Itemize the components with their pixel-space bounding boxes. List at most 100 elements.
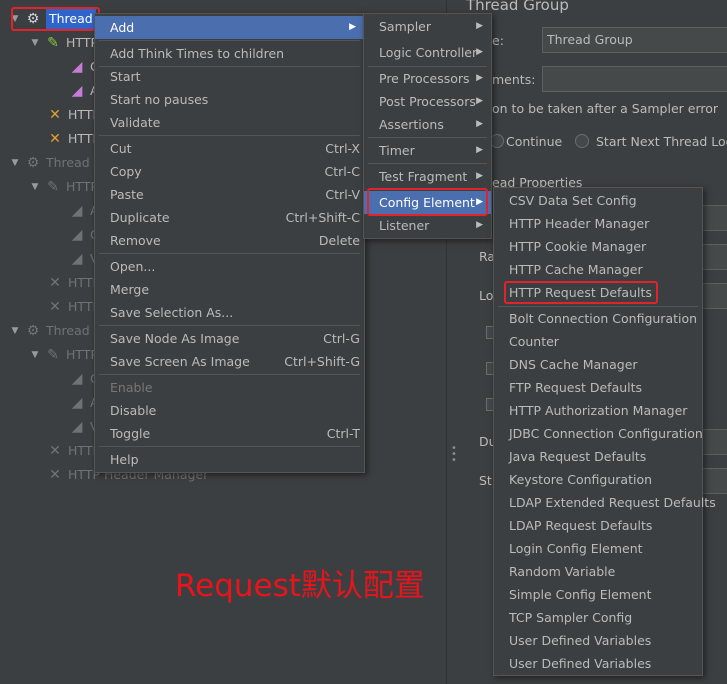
menu-item-pre-processors[interactable]: Pre Processors ▶ bbox=[364, 67, 491, 90]
tree-node-label: Thread bbox=[46, 323, 90, 338]
menu-item-listener[interactable]: Listener ▶ bbox=[364, 214, 491, 237]
tool-icon: ✕ bbox=[49, 443, 61, 459]
menu-item-tcp-sampler-config[interactable]: TCP Sampler Config bbox=[494, 606, 702, 629]
menu-item-save-node-image[interactable]: Save Node As Image Ctrl-G bbox=[95, 327, 364, 350]
submenu-arrow-icon: ▶ bbox=[476, 47, 483, 57]
menu-item-copy[interactable]: Copy Ctrl-C bbox=[95, 160, 364, 183]
menu-item-jdbc-connection[interactable]: JDBC Connection Configuration bbox=[494, 422, 703, 445]
menu-item-test-fragment[interactable]: Test Fragment ▶ bbox=[364, 165, 491, 188]
menu-item-ldap-extended-request-defaults[interactable]: LDAP Extended Request Defaults bbox=[494, 491, 716, 514]
menu-item-java-request-defaults[interactable]: Java Request Defaults bbox=[494, 445, 702, 468]
menu-item-save-screen-image[interactable]: Save Screen As Image Ctrl+Shift-G bbox=[95, 350, 364, 373]
menu-item-ldap-request-defaults[interactable]: LDAP Request Defaults bbox=[494, 514, 702, 537]
menu-item-user-defined-variables[interactable]: User Defined Variables bbox=[494, 629, 702, 652]
name-label: e: bbox=[492, 33, 504, 48]
menu-item-login-config-element[interactable]: Login Config Element bbox=[494, 537, 702, 560]
menu-item-start[interactable]: Start bbox=[95, 65, 364, 88]
menu-item-label: Start no pauses bbox=[110, 92, 209, 107]
tree-node[interactable]: ✕ HTTP bbox=[46, 104, 100, 126]
collapse-arrow-icon[interactable]: ▼ bbox=[10, 152, 20, 174]
menu-item-post-processors[interactable]: Post Processors ▶ bbox=[364, 90, 491, 113]
menu-item-http-header-manager[interactable]: HTTP Header Manager bbox=[494, 212, 702, 235]
shortcut-label: Delete bbox=[318, 233, 360, 248]
menu-item-enable[interactable]: Enable bbox=[95, 376, 364, 399]
menu-item-duplicate[interactable]: Duplicate Ctrl+Shift-C bbox=[95, 206, 364, 229]
next-loop-radio[interactable] bbox=[575, 134, 589, 148]
menu-item-label: Save Node As Image bbox=[110, 331, 240, 346]
menu-item-counter[interactable]: Counter bbox=[494, 330, 702, 353]
chart-icon: ◢ bbox=[71, 203, 83, 219]
menu-item-label: Merge bbox=[110, 282, 150, 297]
menu-item-add-think-times[interactable]: Add Think Times to children bbox=[95, 42, 364, 65]
menu-item-disable[interactable]: Disable bbox=[95, 399, 364, 422]
tree-node[interactable]: ▼ ✎ HTTP bbox=[30, 176, 98, 198]
menu-item-label: Login Config Element bbox=[509, 541, 643, 556]
shortcut-label: Ctrl-X bbox=[325, 141, 360, 156]
shortcut-label: Ctrl-T bbox=[326, 426, 360, 441]
tree-node[interactable]: ✕ HTTP bbox=[46, 128, 100, 150]
menu-item-label: Remove bbox=[110, 233, 161, 248]
menu-item-dns-cache-manager[interactable]: DNS Cache Manager bbox=[494, 353, 702, 376]
menu-item-add[interactable]: Add ▶ bbox=[95, 16, 364, 39]
menu-item-save-selection[interactable]: Save Selection As... bbox=[95, 301, 364, 324]
menu-item-label: Timer bbox=[379, 143, 415, 158]
comments-field[interactable] bbox=[542, 66, 727, 92]
collapse-arrow-icon[interactable]: ▼ bbox=[10, 320, 20, 342]
menu-item-simple-config-element[interactable]: Simple Config Element bbox=[494, 583, 702, 606]
menu-item-csv-data-set[interactable]: CSV Data Set Config bbox=[494, 189, 702, 212]
menu-item-merge[interactable]: Merge bbox=[95, 278, 364, 301]
tree-node[interactable]: ✕ HTTP bbox=[46, 440, 100, 462]
menu-item-logic-controller[interactable]: Logic Controller ▶ bbox=[364, 41, 491, 64]
gear-icon: ⚙ bbox=[26, 323, 40, 339]
menu-item-http-cookie-manager[interactable]: HTTP Cookie Manager bbox=[494, 235, 702, 258]
menu-item-random-variable[interactable]: Random Variable bbox=[494, 560, 702, 583]
tree-node[interactable]: ✕ HTTP bbox=[46, 296, 100, 318]
menu-item-cut[interactable]: Cut Ctrl-X bbox=[95, 137, 364, 160]
threads-field[interactable] bbox=[700, 205, 727, 231]
menu-item-bolt-connection[interactable]: Bolt Connection Configuration bbox=[494, 307, 702, 330]
loop-field[interactable] bbox=[700, 283, 727, 309]
tool-icon: ✕ bbox=[49, 107, 61, 123]
menu-item-http-authorization-manager[interactable]: HTTP Authorization Manager bbox=[494, 399, 702, 422]
chart-icon: ◢ bbox=[71, 419, 83, 435]
chart-icon: ◢ bbox=[71, 371, 83, 387]
tree-node-thread-group-3[interactable]: ▼ ⚙ Thread bbox=[10, 320, 90, 342]
menu-separator bbox=[368, 137, 487, 138]
name-field[interactable]: Thread Group bbox=[542, 27, 727, 53]
duration-field[interactable] bbox=[700, 429, 727, 455]
tree-node[interactable]: ▼ ✎ HTTP bbox=[30, 344, 98, 366]
menu-item-label: Sampler bbox=[379, 19, 432, 34]
menu-item-open[interactable]: Open... bbox=[95, 255, 364, 278]
menu-item-http-cache-manager[interactable]: HTTP Cache Manager bbox=[494, 258, 702, 281]
menu-item-label: Add Think Times to children bbox=[110, 46, 285, 61]
tree-node[interactable]: ✕ HTTP bbox=[46, 272, 100, 294]
menu-item-ftp-request-defaults[interactable]: FTP Request Defaults bbox=[494, 376, 702, 399]
ramp-field[interactable] bbox=[700, 244, 727, 270]
menu-item-sampler[interactable]: Sampler ▶ bbox=[364, 15, 491, 38]
continue-radio[interactable] bbox=[490, 134, 504, 148]
collapse-arrow-icon[interactable]: ▼ bbox=[30, 32, 40, 54]
next-loop-label: Start Next Thread Loop bbox=[596, 134, 727, 149]
tree-node[interactable]: ▼ ✎ HTTP bbox=[30, 32, 98, 54]
menu-item-start-no-pauses[interactable]: Start no pauses bbox=[95, 88, 364, 111]
menu-item-label: DNS Cache Manager bbox=[509, 357, 638, 372]
menu-item-label: HTTP Cache Manager bbox=[509, 262, 643, 277]
menu-item-assertions[interactable]: Assertions ▶ bbox=[364, 113, 491, 136]
menu-item-toggle[interactable]: Toggle Ctrl-T bbox=[95, 422, 364, 445]
menu-item-validate[interactable]: Validate bbox=[95, 111, 364, 134]
shortcut-label: Ctrl-G bbox=[323, 331, 360, 346]
menu-item-label: Save Selection As... bbox=[110, 305, 234, 320]
menu-item-paste[interactable]: Paste Ctrl-V bbox=[95, 183, 364, 206]
collapse-arrow-icon[interactable]: ▼ bbox=[30, 344, 40, 366]
collapse-arrow-icon[interactable]: ▼ bbox=[30, 176, 40, 198]
tree-node-thread-group-2[interactable]: ▼ ⚙ Thread bbox=[10, 152, 90, 174]
menu-item-remove[interactable]: Remove Delete bbox=[95, 229, 364, 252]
menu-item-keystore-configuration[interactable]: Keystore Configuration bbox=[494, 468, 702, 491]
menu-item-timer[interactable]: Timer ▶ bbox=[364, 139, 491, 162]
menu-item-help[interactable]: Help bbox=[95, 448, 364, 471]
menu-item-label: Start bbox=[110, 69, 141, 84]
menu-item-user-defined-variables[interactable]: User Defined Variables bbox=[494, 652, 702, 675]
pencil-icon: ✎ bbox=[47, 179, 59, 195]
submenu-arrow-icon: ▶ bbox=[476, 145, 483, 155]
panel-title: Thread Group bbox=[466, 0, 569, 14]
